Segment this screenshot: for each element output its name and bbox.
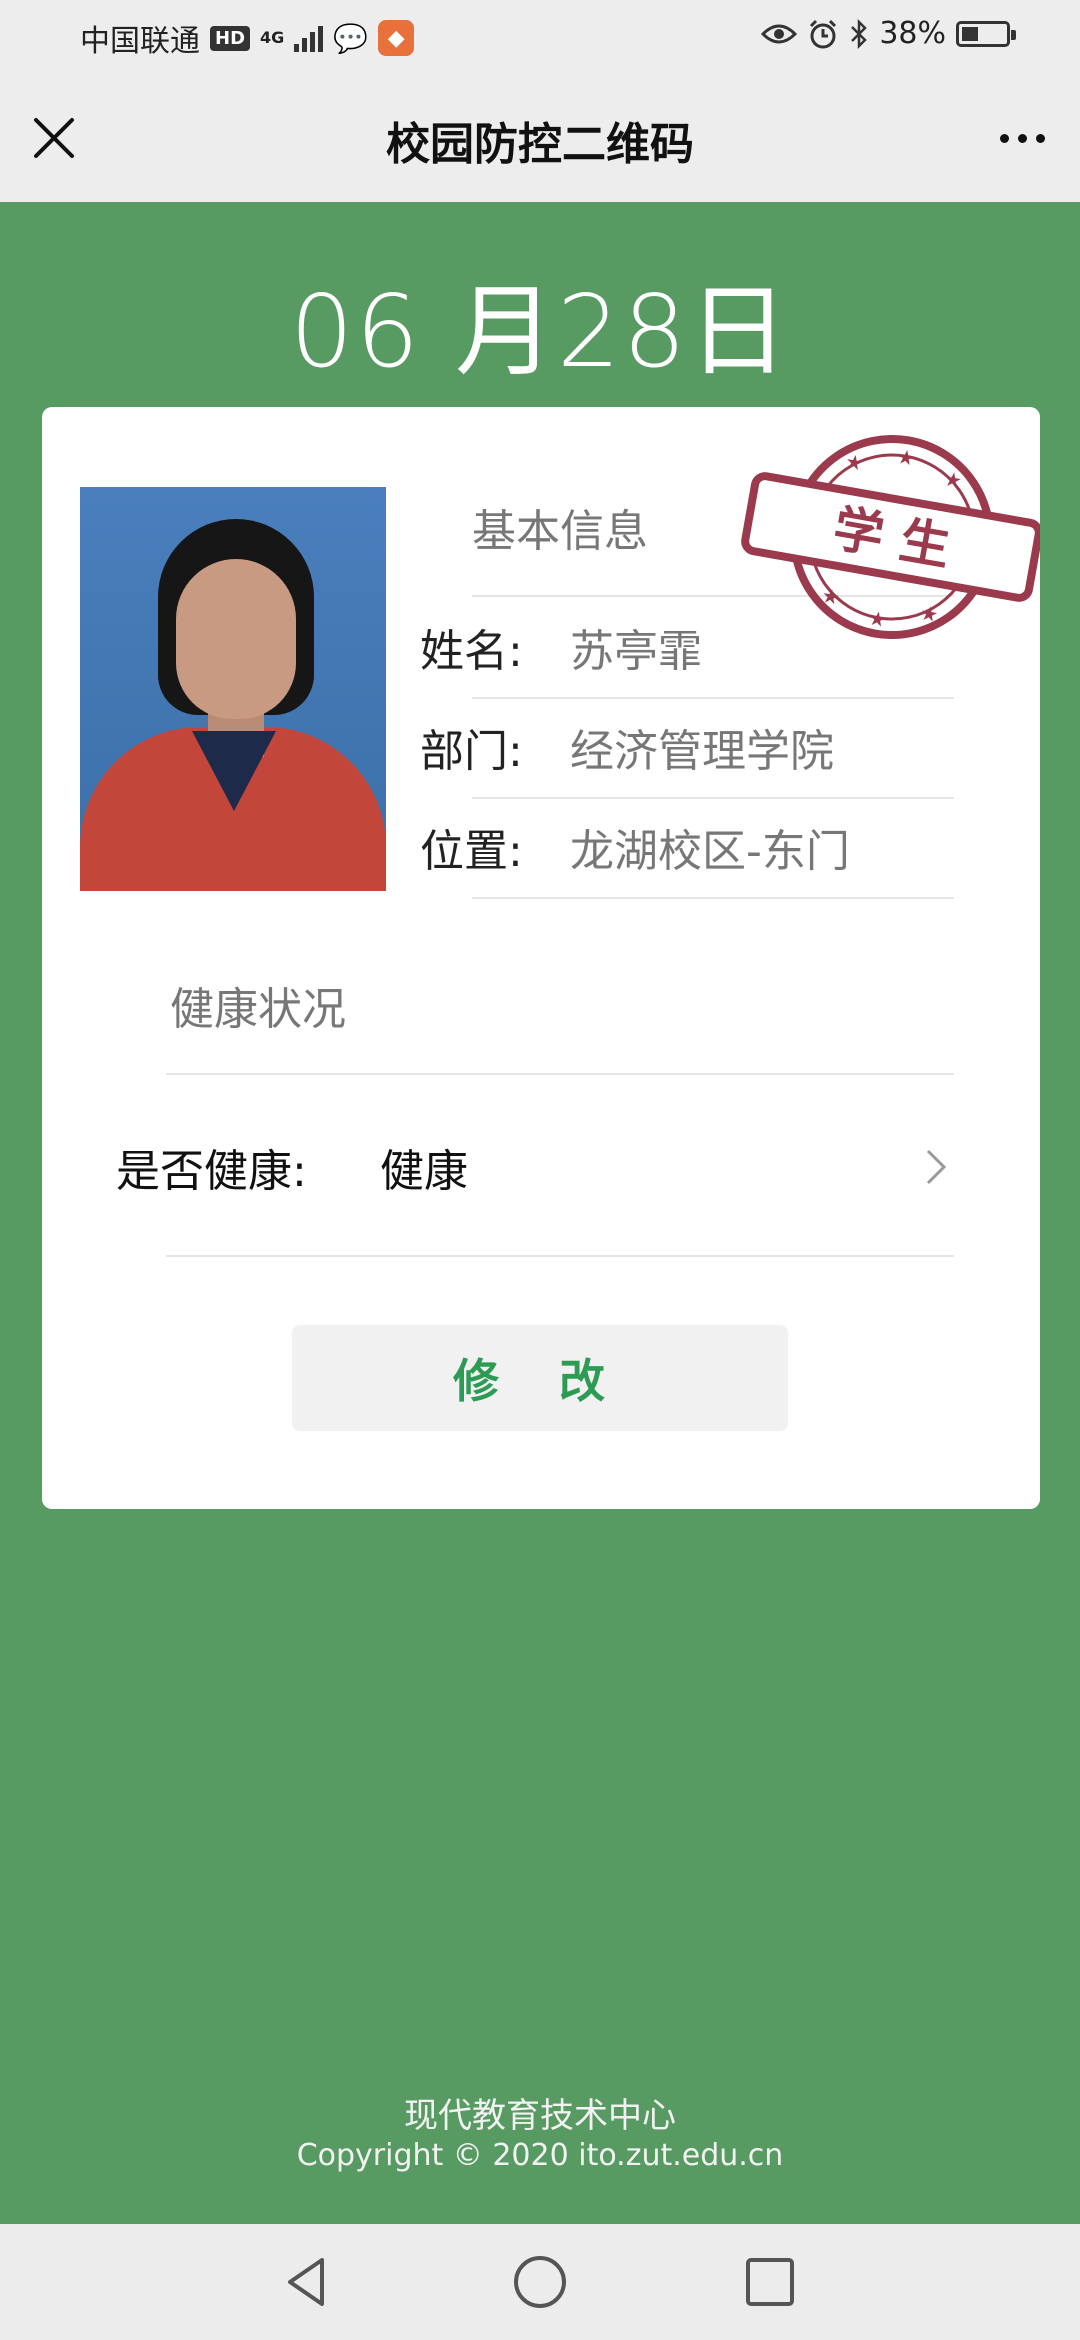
svg-text:★: ★ [942, 466, 964, 493]
field-row-department: 部门: 经济管理学院 [420, 697, 954, 797]
home-icon[interactable] [510, 2252, 570, 2312]
health-title: 健康状况 [170, 984, 346, 1035]
field-label: 部门: [420, 726, 523, 777]
svg-text:★: ★ [820, 583, 842, 610]
status-bar: 中国联通 HD 4G 💬 ◆ 38% [0, 0, 1080, 72]
carrier-label: 中国联通 [80, 24, 200, 59]
modify-button[interactable]: 修 改 [292, 1325, 788, 1431]
field-value: 龙湖校区-东门 [570, 826, 850, 877]
hd-badge: HD [210, 25, 251, 51]
field-row-location: 位置: 龙湖校区-东门 [420, 797, 954, 897]
more-icon[interactable] [992, 112, 1052, 164]
app-fox-icon: ◆ [378, 20, 415, 56]
health-label: 是否健康: [116, 1146, 307, 1197]
svg-text:★: ★ [843, 449, 865, 476]
field-label: 姓名: [420, 626, 523, 677]
wechat-icon: 💬 [333, 21, 369, 55]
system-nav-bar [0, 2224, 1080, 2340]
divider [166, 1255, 954, 1257]
footer-org: 现代教育技术中心 [404, 2096, 676, 2136]
status-left: 中国联通 HD 4G 💬 ◆ [80, 16, 415, 60]
recents-icon[interactable] [740, 2252, 800, 2312]
page-title: 校园防控二维码 [386, 119, 694, 170]
signal-icon [294, 24, 324, 52]
battery-icon [956, 20, 1016, 47]
svg-text:★: ★ [867, 605, 889, 632]
divider [166, 1073, 954, 1075]
field-label: 位置: [420, 826, 523, 877]
health-status-row[interactable]: 是否健康: 健康 [116, 1107, 956, 1227]
divider [472, 897, 954, 899]
bluetooth-icon [851, 18, 868, 49]
date-display: 06 月28日 [289, 273, 791, 390]
info-card: 基本信息 姓名: 苏亭霏 部门: 经济管理学院 位置: 龙湖校区-东门 ★ ★ … [42, 407, 1040, 1509]
field-value: 经济管理学院 [570, 726, 834, 777]
svg-text:★: ★ [895, 444, 917, 471]
status-right: 38% [761, 16, 1016, 51]
battery-percent: 38% [879, 16, 946, 51]
alarm-icon [810, 19, 837, 48]
network-type: 4G [260, 28, 285, 47]
eye-icon [761, 24, 798, 43]
student-photo [80, 487, 386, 891]
back-icon[interactable] [278, 2252, 338, 2312]
field-value: 苏亭霏 [570, 626, 702, 677]
footer-copyright: Copyright © 2020 ito.zut.edu.cn [296, 2138, 784, 2173]
title-bar: 校园防控二维码 [0, 72, 1080, 202]
health-value: 健康 [380, 1146, 468, 1197]
basic-info-title: 基本信息 [472, 506, 648, 557]
chevron-right-icon [926, 1149, 947, 1185]
